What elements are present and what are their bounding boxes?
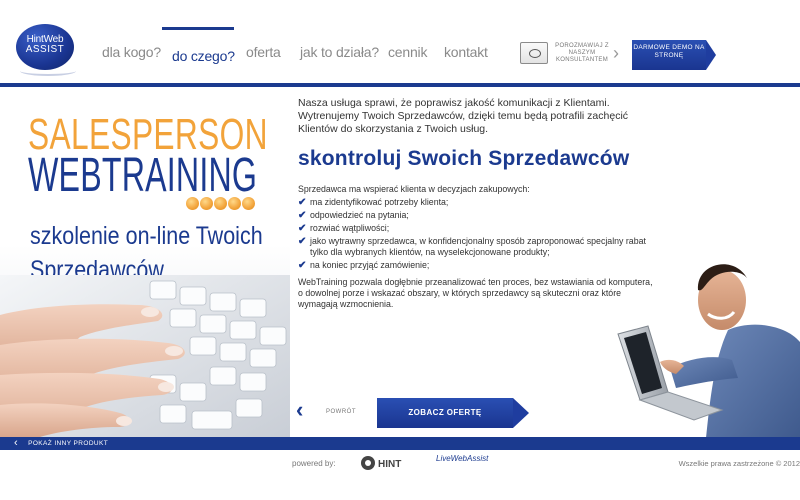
- keyboard-hands-image: [0, 275, 290, 437]
- coin-icon: [200, 197, 213, 210]
- coin-icon: [214, 197, 227, 210]
- list-item-text: ma zidentyfikować potrzeby klienta;: [310, 197, 449, 207]
- check-icon: ✔: [298, 223, 307, 234]
- check-icon: ✔: [298, 210, 307, 221]
- intro-text: Nasza usługa sprawi, że poprawisz jakość…: [298, 97, 629, 135]
- chevron-left-icon: ‹: [296, 397, 304, 422]
- list-item-text: jako wytrawny sprzedawca, w konfidencjon…: [310, 236, 646, 257]
- footer-bar: [0, 437, 800, 450]
- consult-link[interactable]: POROZMAWIAJ Z NASZYM KONSULTANTEM ›: [520, 42, 624, 66]
- list-item: ✔ jako wytrawny sprzedawca, w konfidencjo…: [298, 236, 658, 258]
- logo[interactable]: HintWeb ASSIST: [16, 24, 74, 70]
- chevron-left-icon: ‹: [14, 437, 19, 449]
- back-label: POWRÓT: [326, 409, 356, 415]
- back-link[interactable]: ‹ POWRÓT: [296, 397, 356, 422]
- nav-item-dla-kogo[interactable]: dla kogo?: [102, 44, 161, 60]
- lwa-logo-text: LiveWebAssist: [436, 454, 489, 463]
- hero-subtitle-line1: szkolenie on-line Twoich: [30, 222, 263, 250]
- list-item: ✔ ma zidentyfikować potrzeby klienta;: [298, 197, 658, 208]
- consult-label: POROZMAWIAJ Z NASZYM KONSULTANTEM: [555, 43, 609, 63]
- see-offer-button[interactable]: ZOBACZ OFERTĘ: [377, 398, 529, 428]
- check-icon: ✔: [298, 197, 307, 208]
- man-with-laptop-image: [617, 264, 800, 438]
- hero-panel: SALESPERSON WEBTRAINING szkolenie on-lin…: [0, 87, 290, 437]
- hint-logo[interactable]: HINT: [360, 455, 408, 471]
- coin-icon: [186, 197, 199, 210]
- lead-text: Sprzedawca ma wspierać klienta w decyzja…: [298, 184, 530, 194]
- footer: powered by: HINT LiveWebAssist Wszelkie …: [0, 450, 800, 500]
- see-offer-label: ZOBACZ OFERTĘ: [408, 408, 482, 417]
- chat-icon: [520, 42, 548, 64]
- chevron-right-icon: ›: [613, 43, 619, 63]
- free-demo-button[interactable]: DARMOWE DEMO NA STRONĘ: [632, 40, 716, 70]
- list-item-text: odpowiedzieć na pytania;: [310, 210, 409, 220]
- nav-active-indicator: [162, 27, 234, 30]
- nav-item-do-czego[interactable]: do czego?: [172, 48, 235, 64]
- list-item-text: na koniec przyjąć zamówienie;: [310, 260, 430, 270]
- main-content: Nasza usługa sprawi, że poprawisz jakość…: [298, 97, 658, 310]
- nav-item-oferta[interactable]: oferta: [246, 44, 281, 60]
- list-item: ✔ na koniec przyjąć zamówienie;: [298, 260, 658, 271]
- nav-item-kontakt[interactable]: kontakt: [444, 44, 488, 60]
- outro-text: WebTraining pozwala dogłębnie przeanaliz…: [298, 277, 653, 309]
- list-item-text: rozwiać wątpliwości;: [310, 223, 390, 233]
- logo-line1: HintWeb: [26, 34, 64, 45]
- list-item: ✔ rozwiać wątpliwości;: [298, 223, 658, 234]
- other-product-label: POKAŻ INNY PRODUKT: [28, 440, 109, 447]
- livewebassist-logo[interactable]: LiveWebAssist: [436, 454, 502, 474]
- coin-icon: [228, 197, 241, 210]
- nav-item-jak-to-dziala[interactable]: jak to działa?: [300, 44, 379, 60]
- logo-line2: ASSIST: [25, 44, 65, 55]
- benefits-list: ✔ ma zidentyfikować potrzeby klienta; ✔ od…: [298, 197, 658, 271]
- copyright-text: Wszelkie prawa zastrzeżone © 2012: [678, 459, 800, 468]
- nav-item-cennik[interactable]: cennik: [388, 44, 427, 60]
- check-icon: ✔: [298, 260, 307, 271]
- powered-by-label: powered by:: [292, 459, 336, 468]
- check-icon: ✔: [298, 236, 307, 247]
- list-item: ✔ odpowiedzieć na pytania;: [298, 210, 658, 221]
- header: HintWeb ASSIST dla kogo? do czego? ofert…: [0, 0, 800, 84]
- logo-swoosh: [20, 66, 76, 76]
- coin-icon: [242, 197, 255, 210]
- hero-title-webtraining: WEBTRAINING: [28, 149, 258, 202]
- coins-decoration: [186, 197, 260, 211]
- section-heading: skontroluj Swoich Sprzedawców: [298, 147, 630, 170]
- hint-logo-text: HINT: [378, 459, 401, 470]
- other-product-link[interactable]: ‹ POKAŻ INNY PRODUKT: [14, 437, 108, 450]
